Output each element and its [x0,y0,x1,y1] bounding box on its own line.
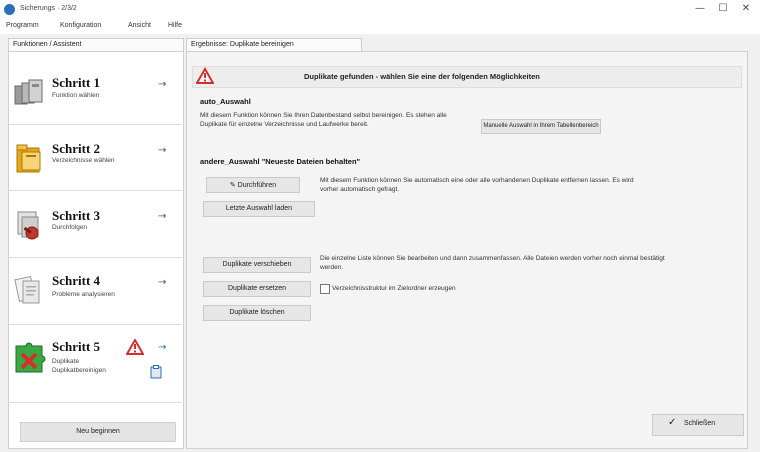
section-auto-description: Mit diesem Funktion können Sie automatis… [320,177,634,193]
step-5-title: Schritt 5 [52,339,101,354]
execute-button-label: Durchführen [237,182,277,189]
step-3-title: Schritt 3 [52,208,101,223]
tab-results-label: Ergebnisse: Duplikate bereinigen [191,41,294,48]
step-2-title: Schritt 2 [52,141,101,156]
replace-duplicates-button[interactable]: Duplikate ersetzen [203,281,311,297]
step-5-subtitle-2: Duplikatbereinigen [52,367,106,374]
step-5-subtitle: Duplikate [52,358,80,365]
step-1-subtitle: Funktion wählen [52,92,100,99]
step-3-subtitle: Durchfolgen [52,224,88,231]
step-4-subtitle: Probleme analysieren [52,291,115,298]
warning-icon [196,67,214,84]
menu-item-help[interactable]: Hilfe [168,22,182,29]
folder-icon [16,144,41,173]
maximize-button[interactable]: ☐ [713,2,733,16]
arrow-right-icon[interactable]: → [158,79,166,90]
menu-item-program[interactable]: Programm [6,22,39,29]
close-dialog-label: Schließen [684,420,716,427]
steps-panel [8,51,184,449]
tab-functions-label: Funktionen / Assistent [13,41,82,48]
arrow-right-icon[interactable]: → [158,342,166,353]
restart-button[interactable]: Neu beginnen [20,422,176,442]
section-manual-description: Mit diesem Funktion können Sie Ihren Dat… [200,112,447,128]
divider [8,402,182,403]
manual-selection-button[interactable]: Manuelle Auswahl in Ihrem Tabellenbereic… [481,119,601,134]
menu-item-view[interactable]: Ansicht [128,22,151,29]
divider [8,124,182,125]
disks-icon [14,79,43,105]
tab-results[interactable]: Ergebnisse: Duplikate bereinigen [186,38,362,52]
checkmark-icon: ✓ [668,417,677,428]
clipboard-icon[interactable] [150,365,162,379]
directory-structure-checkbox[interactable] [320,284,330,294]
title-bar [0,0,760,21]
divider [8,257,182,258]
divider [8,190,182,191]
minimize-button[interactable]: — [690,2,710,16]
tools-icon [17,211,39,240]
menu-item-configuration[interactable]: Konfiguration [60,22,101,29]
edit-icon: ✎ [229,181,236,189]
divider [8,324,182,325]
window-title: Sicherungs · 2/3/2 [20,5,77,12]
close-button[interactable]: ✕ [736,2,756,16]
section-manual-heading: auto_Auswahl [200,97,251,106]
delete-duplicates-button[interactable]: Duplikate löschen [203,305,311,321]
arrow-right-icon[interactable]: → [158,211,166,222]
step-1-title: Schritt 1 [52,75,101,90]
step-2-subtitle: Verzeichnisse wählen [52,157,115,164]
warning-icon [126,339,144,355]
documents-icon [14,276,40,304]
directory-structure-label: Verzeichnisstruktur im Zielordner erzeug… [332,285,456,292]
arrow-right-icon[interactable]: → [158,277,166,288]
execute-button[interactable]: ✎ Durchführen [206,177,300,193]
app-icon [4,4,15,15]
section-move-description: Die einzelne Liste können Sie bearbeiten… [320,255,665,271]
step-4-title: Schritt 4 [52,273,101,288]
section-auto-heading: andere_Auswahl "Neueste Dateien behalten… [200,157,361,166]
warning-text: Duplikate gefunden - wählen Sie eine der… [304,72,540,81]
load-last-selection-button[interactable]: Letzte Auswahl laden [203,201,315,217]
puzzle-icon [15,342,46,373]
arrow-right-icon[interactable]: → [158,145,166,156]
menu-bar [0,20,760,34]
tab-functions[interactable]: Funktionen / Assistent [8,38,184,52]
move-duplicates-button[interactable]: Duplikate verschieben [203,257,311,273]
